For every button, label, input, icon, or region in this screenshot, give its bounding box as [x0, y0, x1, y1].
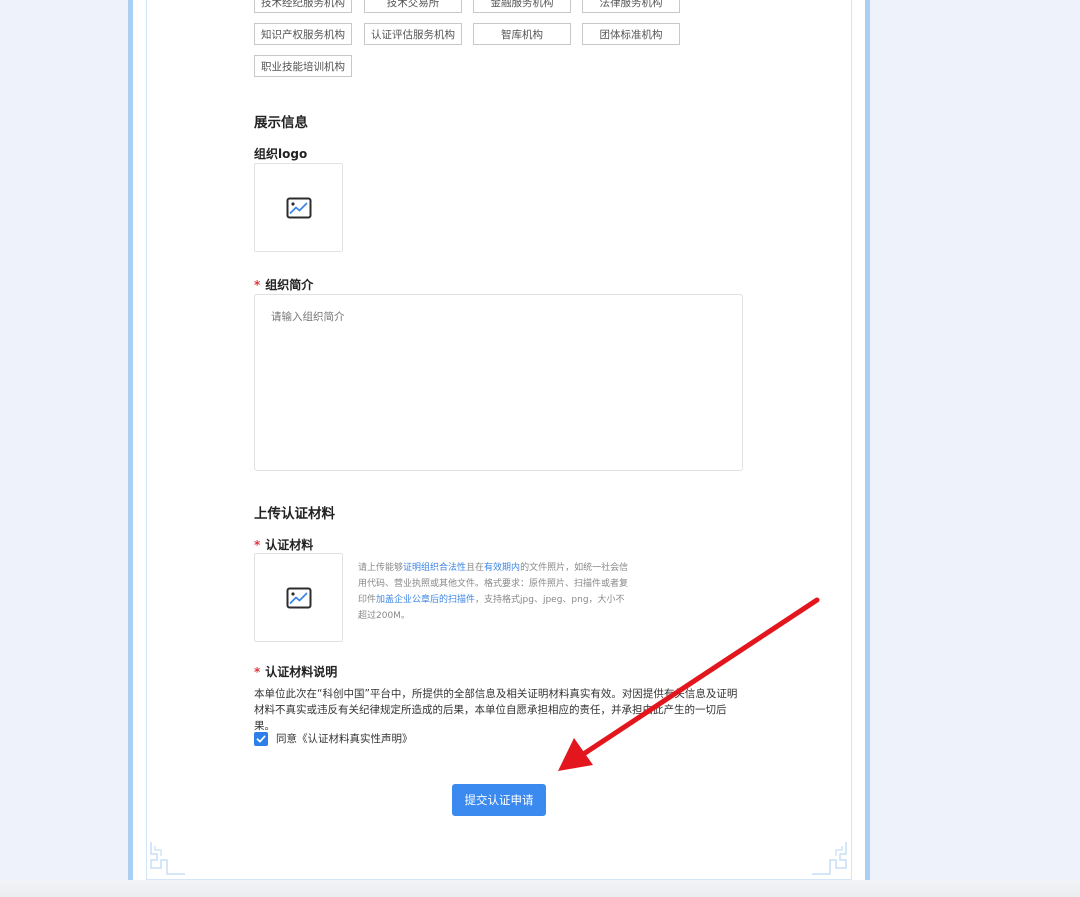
upload-hint: 请上传能够证明组织合法性且在有效期内的文件照片，如统一社会信用代码、营业执照或其…	[358, 560, 633, 624]
agree-label[interactable]: 同意《认证材料真实性声明》	[276, 731, 413, 746]
org-type-tag[interactable]: 团体标准机构	[582, 23, 680, 45]
image-placeholder-icon	[286, 587, 311, 608]
org-type-tag[interactable]: 智库机构	[473, 23, 571, 45]
declaration-label: * 认证材料说明	[254, 663, 337, 680]
hint-highlight: 证明组织合法性	[403, 563, 467, 573]
corner-ornament-icon	[150, 842, 185, 875]
org-type-tag[interactable]: 金融服务机构	[473, 0, 571, 13]
hint-highlight: 有效期内	[484, 563, 521, 573]
agree-checkbox[interactable]	[254, 732, 268, 746]
required-mark: *	[254, 665, 261, 679]
hint-text: 请上传能够	[358, 563, 404, 573]
corner-ornament-icon	[812, 842, 847, 875]
hint-text: 且在	[466, 563, 485, 573]
hint-highlight: 加盖企业公章后的扫描件	[376, 595, 476, 605]
org-type-tag[interactable]: 知识产权服务机构	[254, 23, 352, 45]
page-bottom-edge	[0, 880, 1080, 897]
intro-label: * 组织简介	[254, 276, 313, 293]
declaration-text: 本单位此次在“科创中国”平台中，所提供的全部信息及相关证明材料真实有效。对因提供…	[254, 688, 738, 732]
required-mark: *	[254, 538, 261, 552]
org-type-tag[interactable]: 技术经纪服务机构	[254, 0, 352, 13]
org-type-tag[interactable]: 技术交易所	[364, 0, 462, 13]
logo-label: 组织logo	[254, 147, 308, 161]
submit-certification-button[interactable]: 提交认证申请	[452, 784, 546, 816]
section-title-upload: 上传认证材料	[254, 506, 335, 522]
image-placeholder-icon	[286, 197, 311, 218]
intro-label-text: 组织简介	[265, 278, 314, 292]
material-label: * 认证材料	[254, 536, 313, 553]
required-mark: *	[254, 278, 261, 292]
declaration-label-text: 认证材料说明	[265, 665, 338, 679]
intro-textarea[interactable]: 请输入组织简介	[254, 294, 743, 471]
material-upload[interactable]	[254, 553, 343, 642]
section-title-display-info: 展示信息	[254, 115, 308, 131]
org-type-tag[interactable]: 法律服务机构	[582, 0, 680, 13]
org-type-tag[interactable]: 职业技能培训机构	[254, 55, 352, 77]
logo-upload[interactable]	[254, 163, 343, 252]
material-label-text: 认证材料	[265, 538, 314, 552]
org-type-tag[interactable]: 认证评估服务机构	[364, 23, 462, 45]
check-icon	[256, 735, 266, 743]
